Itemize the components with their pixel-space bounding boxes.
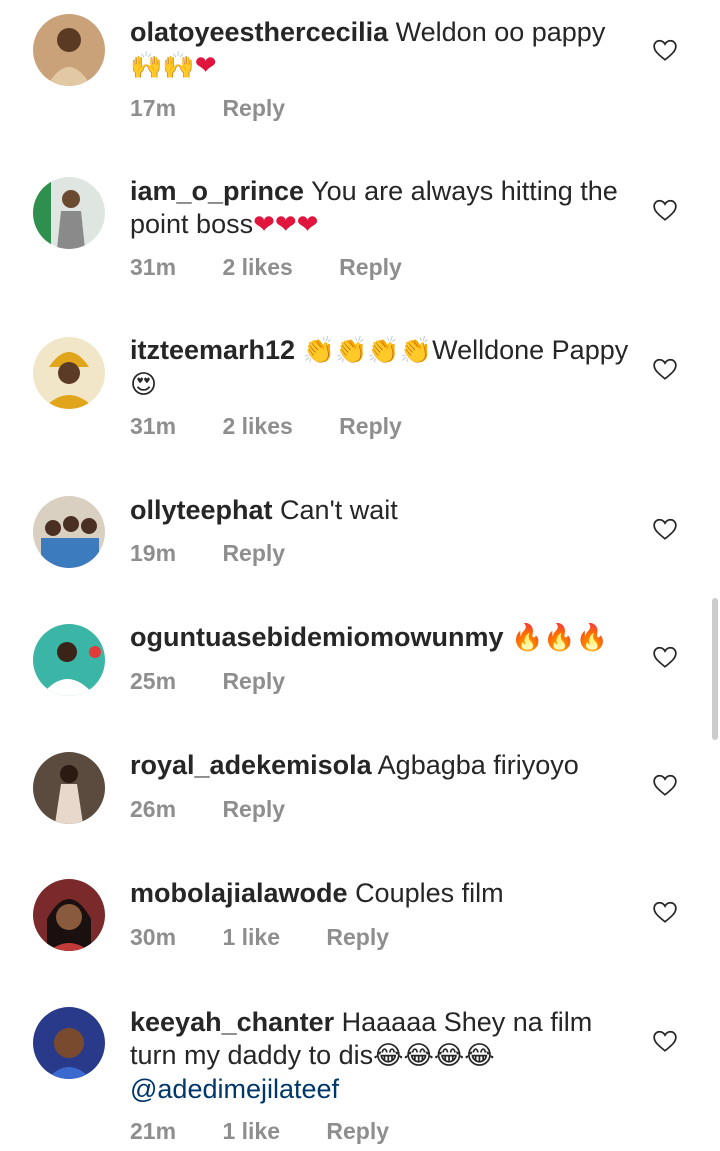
like-button[interactable] bbox=[652, 899, 678, 925]
comment-emoji: ❤❤❤ bbox=[253, 210, 319, 240]
comment-username[interactable]: mobolajialawode bbox=[130, 878, 348, 908]
heart-outline-icon bbox=[653, 518, 677, 540]
like-button[interactable] bbox=[652, 516, 678, 542]
heart-outline-icon bbox=[653, 774, 677, 796]
avatar[interactable] bbox=[33, 337, 105, 409]
comment-username[interactable]: keeyah_chanter bbox=[130, 1007, 334, 1037]
comment-meta: 31m 2 likes Reply bbox=[130, 252, 442, 282]
likes-count[interactable]: 2 likes bbox=[222, 252, 292, 282]
avatar[interactable] bbox=[33, 752, 105, 824]
comment-text: royal_adekemisola Agbagba firiyoyo bbox=[130, 749, 630, 782]
like-button[interactable] bbox=[652, 37, 678, 63]
heart-outline-icon bbox=[653, 39, 677, 61]
comment-meta: 21m 1 like Reply bbox=[130, 1116, 429, 1146]
heart-outline-icon bbox=[653, 199, 677, 221]
reply-button[interactable]: Reply bbox=[222, 794, 285, 824]
comment-meta: 26m Reply bbox=[130, 794, 325, 824]
avatar[interactable] bbox=[33, 496, 105, 568]
heart-outline-icon bbox=[653, 901, 677, 923]
comment-body: Can't wait bbox=[280, 495, 398, 525]
comment-username[interactable]: royal_adekemisola bbox=[130, 750, 372, 780]
comment-emoji: 🔥🔥🔥 bbox=[511, 623, 609, 653]
comment-text: olatoyeesthercecilia Weldon oo pappy 🙌🙌❤ bbox=[130, 16, 630, 83]
comment-text: iam_o_prince You are always hitting the … bbox=[130, 175, 630, 242]
reply-button[interactable]: Reply bbox=[339, 411, 402, 441]
comment-body: Weldon oo pappy bbox=[395, 17, 606, 47]
heart-outline-icon bbox=[653, 1030, 677, 1052]
comment-text: mobolajialawode Couples film bbox=[130, 877, 630, 910]
reply-button[interactable]: Reply bbox=[326, 922, 389, 952]
reply-button[interactable]: Reply bbox=[222, 93, 285, 123]
likes-count[interactable]: 1 like bbox=[222, 1116, 280, 1146]
heart-outline-icon bbox=[653, 358, 677, 380]
comment-time: 17m bbox=[130, 95, 177, 121]
comment-meta: 17m Reply bbox=[130, 93, 325, 123]
comment-time: 30m bbox=[130, 924, 177, 950]
reply-button[interactable]: Reply bbox=[339, 252, 402, 282]
likes-count[interactable]: 1 like bbox=[222, 922, 280, 952]
comment-emoji: 🙌🙌❤ bbox=[130, 51, 217, 81]
comment-time: 19m bbox=[130, 540, 177, 566]
comment-time: 21m bbox=[130, 1118, 177, 1144]
like-button[interactable] bbox=[652, 1028, 678, 1054]
like-button[interactable] bbox=[652, 356, 678, 382]
reply-button[interactable]: Reply bbox=[222, 666, 285, 696]
comment-username[interactable]: olatoyeesthercecilia bbox=[130, 17, 388, 47]
comment-text: ollyteephat Can't wait bbox=[130, 494, 630, 527]
comment-text: itzteemarh12 👏👏👏👏Welldone Pappy 😍 bbox=[130, 334, 630, 402]
comment-emoji: 😍 bbox=[130, 370, 158, 400]
like-button[interactable] bbox=[652, 644, 678, 670]
like-button[interactable] bbox=[652, 197, 678, 223]
avatar[interactable] bbox=[33, 624, 105, 696]
comment-meta: 25m Reply bbox=[130, 666, 325, 696]
avatar[interactable] bbox=[33, 1007, 105, 1079]
avatar[interactable] bbox=[33, 879, 105, 951]
avatar[interactable] bbox=[33, 14, 105, 86]
comment-body: Welldone Pappy bbox=[432, 335, 629, 365]
comment-body: Agbagba firiyoyo bbox=[377, 750, 579, 780]
comment-time: 25m bbox=[130, 668, 177, 694]
comment-meta: 31m 2 likes Reply bbox=[130, 411, 442, 441]
reply-button[interactable]: Reply bbox=[222, 538, 285, 568]
comment-username[interactable]: itzteemarh12 bbox=[130, 335, 295, 365]
comment-emoji: 😂😂😂😂 bbox=[373, 1041, 495, 1071]
comment-meta: 19m Reply bbox=[130, 538, 325, 568]
comment-time: 31m bbox=[130, 413, 177, 439]
comment-text: keeyah_chanter Haaaaa Shey na film turn … bbox=[130, 1006, 630, 1106]
like-button[interactable] bbox=[652, 772, 678, 798]
comment-emoji: 👏👏👏👏 bbox=[302, 336, 433, 366]
mention-link[interactable]: @adedimejilateef bbox=[130, 1074, 339, 1104]
comment-meta: 30m 1 like Reply bbox=[130, 922, 429, 952]
comment-username[interactable]: ollyteephat bbox=[130, 495, 273, 525]
comment-username[interactable]: oguntuasebidemiomowunmy bbox=[130, 622, 504, 652]
likes-count[interactable]: 2 likes bbox=[222, 411, 292, 441]
comment-text: oguntuasebidemiomowunmy 🔥🔥🔥 bbox=[130, 621, 630, 655]
avatar[interactable] bbox=[33, 177, 105, 249]
comment-body: Couples film bbox=[355, 878, 504, 908]
comment-time: 31m bbox=[130, 254, 177, 280]
reply-button[interactable]: Reply bbox=[326, 1116, 389, 1146]
comment-time: 26m bbox=[130, 796, 177, 822]
comment-username[interactable]: iam_o_prince bbox=[130, 176, 304, 206]
scrollbar[interactable] bbox=[712, 598, 718, 740]
heart-outline-icon bbox=[653, 646, 677, 668]
